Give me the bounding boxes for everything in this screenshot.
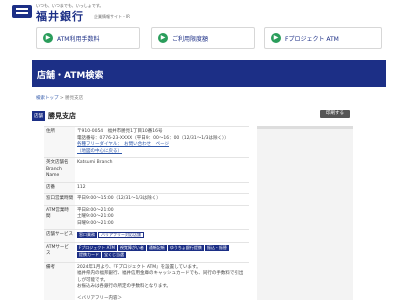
row-value: 窓口業務 バリアフリー対応店舗 [75,229,249,243]
atm-fee-label: ATM利用手数料 [57,35,100,43]
value-line: 福井県内の福邦銀行、福井信用金庫のキャッシュカードでも、同行の手数料で引出しが可… [77,271,244,283]
atm-icon: ▶ [43,33,53,43]
table-row: 英文店舗名 Branch Name Katsumi Branch [44,157,249,183]
table-row: 店舗サービス 窓口業務 バリアフリー対応店舗 [44,229,249,243]
logo-text[interactable]: 福井銀行 [36,8,84,24]
page-banner: 店舗・ATM検索 [32,60,386,87]
service-tag: バリアフリー対応店舗 [98,232,144,239]
branch-type-badge: 店舗 [32,111,45,121]
branch-map[interactable] [257,126,353,300]
branch-heading: 店舗 勝見支店 [32,110,76,122]
row-label: 店番 [44,181,75,194]
quick-nav: ▶ ATM利用手数料 ▶ ご利用限度額 ▶ Fプロジェクト ATM [36,27,386,49]
branch-name: 勝見支店 [48,112,76,120]
value-line: ＜バリアフリー内容＞ [77,295,122,300]
row-value: Fプロジェクト ATM 視覚障がい者 通帳記帳 ゆうちょ銀行提携 振込・振替提携カード宝… [75,241,249,263]
table-row: 店番 112 [44,181,249,194]
site-note: 企業情報サイト・IR [94,14,130,19]
f-project-atm-button[interactable]: ▶ Fプロジェクト ATM [264,27,382,49]
row-value: Katsumi Branch [75,157,249,183]
row-label: 英文店舗名 Branch Name [44,157,75,183]
value-line: 平日9:00～15:00（12/31～1/3は除く） [77,196,161,202]
atm-fee-button[interactable]: ▶ ATM利用手数料 [36,27,140,49]
breadcrumb-current: 勝見支店 [65,96,84,101]
table-row: ATM営業時間 平日8:00～21:00 土曜9:00～21:00 日曜9:00～21… [44,204,249,230]
value-line: 日曜9:00～21:00 [77,220,114,226]
service-tag: ゆうちょ銀行提携 [167,244,204,251]
value-line: 112 [77,184,86,190]
service-tag: 通帳記帳 [146,244,167,251]
f-project-atm-label: Fプロジェクト ATM [285,35,339,43]
table-row: 備考 2024年1月より、『Fプロジェクト ATM』を設置しています。 福井県内の福… [44,261,249,300]
table-row: 住所 〒910-0054 福井市勝見1丁目10番16号 電話番号：0776-23-X… [44,125,249,158]
site-header: いつも、いつまでも、いっしょです。 福井銀行 企業情報サイト・IR [0,0,400,24]
row-value: 〒910-0054 福井市勝見1丁目10番16号 電話番号：0776-23-XXX… [75,125,249,158]
row-value: 2024年1月より、『Fプロジェクト ATM』を設置しています。 福井県内の福邦銀… [75,261,249,300]
row-label: 備考 [44,261,75,300]
usage-limit-button[interactable]: ▶ ご利用限度額 [151,27,255,49]
map-toolbar [257,126,353,129]
service-tag: Fプロジェクト ATM [77,244,117,251]
branch-info-table: 住所 〒910-0054 福井市勝見1丁目10番16号 電話番号：0776-23-X… [44,125,249,300]
document-icon: ▶ [158,33,168,43]
service-tag: 窓口業務 [77,232,97,239]
breadcrumb-home-link[interactable]: 検索トップ [36,96,59,101]
row-label: 店舗サービス [44,229,75,243]
row-label: ATM営業時間 [44,204,75,230]
row-label: ATMサービス [44,241,75,263]
row-value: 平日8:00～21:00 土曜9:00～21:00 日曜9:00～21:00 [75,204,249,230]
atm-icon: ▶ [271,33,281,43]
inline-link[interactable]: （地図の中心に戻る） [77,149,247,156]
service-tag: 振込・振替 [204,244,229,251]
table-row: 窓口営業時間 平日9:00～15:00（12/31～1/3は除く） [44,193,249,206]
print-button[interactable]: 印刷する [320,110,350,118]
service-tag: 提携カード [77,252,101,259]
breadcrumb: 検索トップ > 勝見支店 [36,95,83,101]
row-label: 住所 [44,125,75,158]
page-title: 店舗・ATM検索 [37,71,104,81]
service-tag: 視覚障がい者 [117,244,146,251]
table-row: ATMサービス Fプロジェクト ATM 視覚障がい者 通帳記帳 ゆうちょ銀行提携 振込・振… [44,241,249,263]
bank-logo-icon[interactable] [12,5,32,18]
row-value: 平日9:00～15:00（12/31～1/3は除く） [75,193,249,206]
row-value: 112 [75,181,249,194]
row-label: 窓口営業時間 [44,193,75,206]
service-tag: 宝くじ当選 [102,252,126,259]
usage-limit-label: ご利用限度額 [172,35,209,43]
value-line: Katsumi Branch [77,160,113,166]
